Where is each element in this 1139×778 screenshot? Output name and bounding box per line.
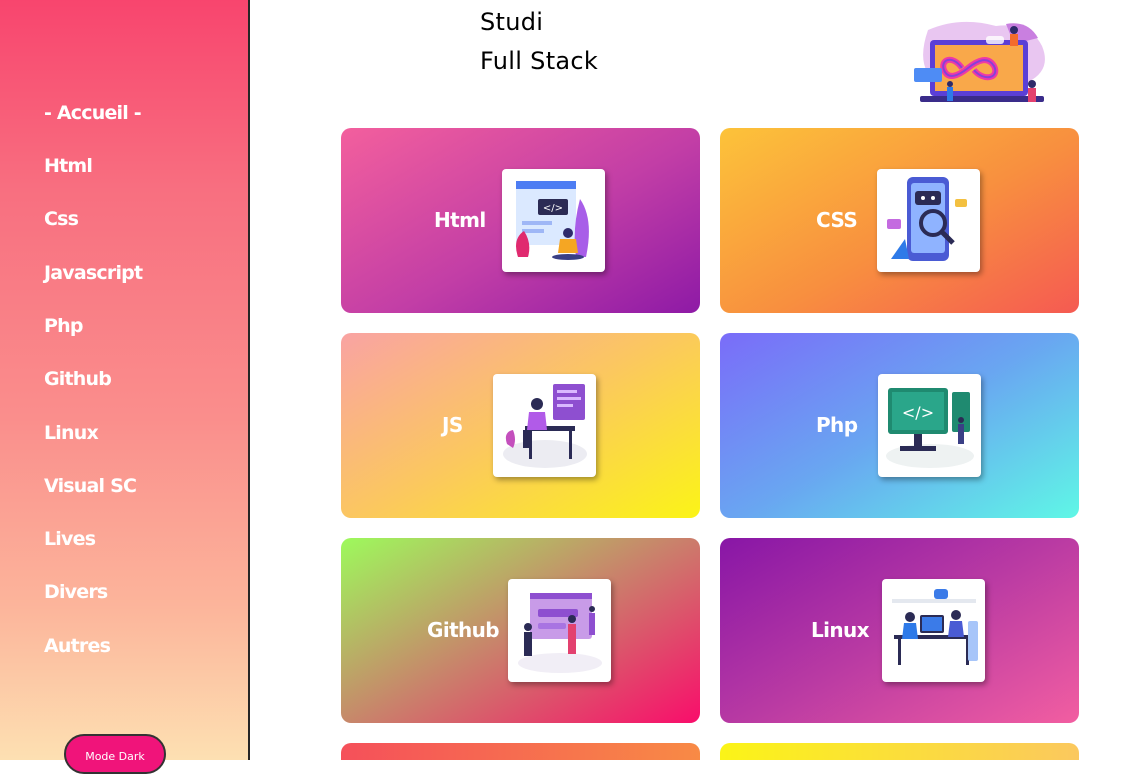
card-label: Html bbox=[434, 208, 486, 232]
card-php[interactable]: Php </> bbox=[720, 333, 1079, 518]
sidebar: - Accueil - Html Css Javascript Php Gith… bbox=[0, 0, 250, 774]
card-css[interactable]: CSS bbox=[720, 128, 1079, 313]
card-label: Github bbox=[427, 618, 500, 642]
sidebar-item-css[interactable]: Css bbox=[44, 208, 79, 230]
css-illustration-icon bbox=[877, 169, 980, 272]
sidebar-item-php[interactable]: Php bbox=[44, 315, 83, 337]
card-github[interactable]: Github bbox=[341, 538, 700, 723]
card-next-right[interactable] bbox=[720, 743, 1079, 760]
card-label: Linux bbox=[811, 618, 870, 642]
brand-line-1: Studi bbox=[480, 8, 544, 36]
html-illustration-icon: </> bbox=[502, 169, 605, 272]
sidebar-item-autres[interactable]: Autres bbox=[44, 635, 111, 657]
js-illustration-icon bbox=[493, 374, 596, 477]
card-html[interactable]: Html </> bbox=[341, 128, 700, 313]
sidebar-item-linux[interactable]: Linux bbox=[44, 422, 99, 444]
card-label: Php bbox=[816, 413, 858, 437]
sidebar-item-lives[interactable]: Lives bbox=[44, 528, 96, 550]
linux-illustration-icon bbox=[882, 579, 985, 682]
card-js[interactable]: JS bbox=[341, 333, 700, 518]
php-illustration-icon: </> bbox=[878, 374, 981, 477]
devops-hero-illustration-icon bbox=[910, 20, 1052, 112]
sidebar-item-accueil[interactable]: - Accueil - bbox=[44, 102, 142, 124]
card-next-left[interactable] bbox=[341, 743, 700, 760]
mode-dark-button[interactable]: Mode Dark bbox=[64, 734, 166, 774]
github-illustration-icon bbox=[508, 579, 611, 682]
svg-text:</>: </> bbox=[902, 403, 934, 422]
sidebar-item-divers[interactable]: Divers bbox=[44, 581, 108, 603]
sidebar-item-visual-sc[interactable]: Visual SC bbox=[44, 475, 137, 497]
brand-line-2: Full Stack bbox=[480, 47, 599, 75]
sidebar-item-html[interactable]: Html bbox=[44, 155, 93, 177]
svg-text:</>: </> bbox=[543, 203, 563, 214]
sidebar-item-github[interactable]: Github bbox=[44, 368, 112, 390]
card-linux[interactable]: Linux bbox=[720, 538, 1079, 723]
sidebar-item-javascript[interactable]: Javascript bbox=[44, 262, 143, 284]
card-label: CSS bbox=[816, 208, 858, 232]
card-label: JS bbox=[442, 413, 463, 437]
